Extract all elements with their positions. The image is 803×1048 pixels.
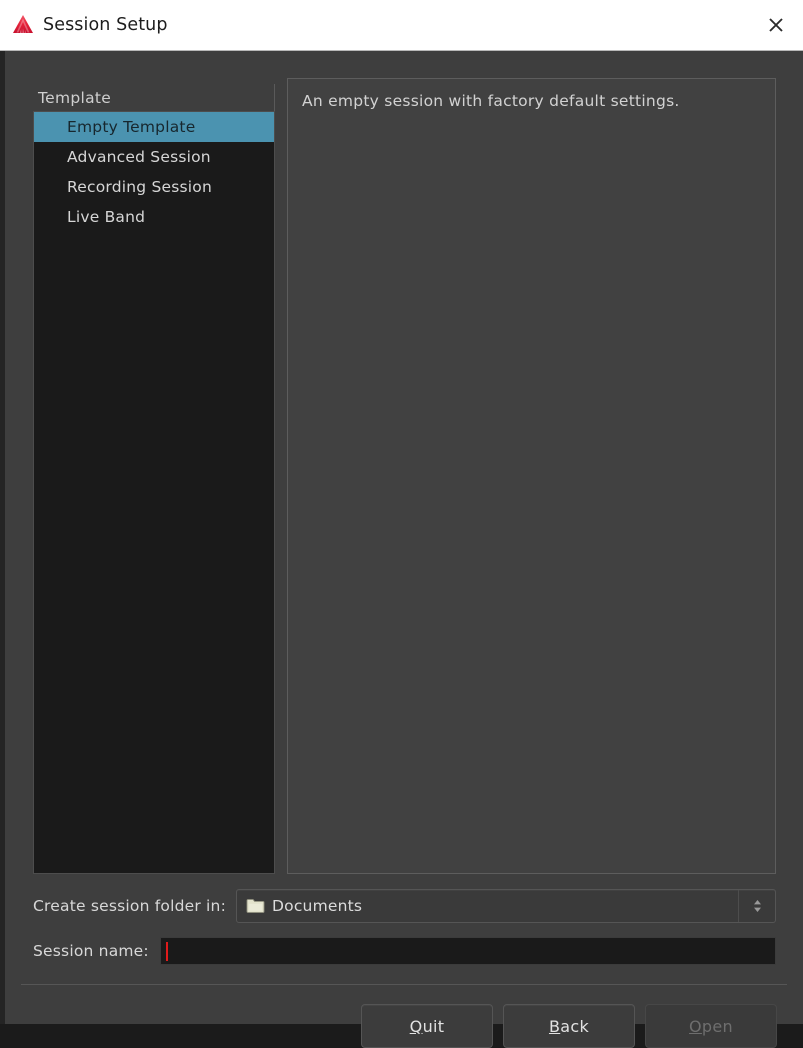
- dialog-action-buttons: Quit Back Open: [361, 1004, 777, 1048]
- window-title: Session Setup: [43, 15, 168, 35]
- quit-button[interactable]: Quit: [361, 1004, 493, 1048]
- text-caret: [165, 941, 168, 961]
- dialog-body: Template Empty Template Advanced Session…: [5, 51, 803, 1048]
- template-column-header: Template: [33, 84, 275, 111]
- close-icon: [769, 18, 783, 32]
- session-folder-value: Documents: [272, 897, 363, 915]
- spinner-up-down-icon: [753, 900, 761, 912]
- open-button: Open: [645, 1004, 777, 1048]
- quit-button-mnemonic: Q: [409, 1016, 423, 1036]
- session-name-label: Session name:: [33, 942, 149, 960]
- back-button-mnemonic: B: [548, 1016, 561, 1036]
- template-list-item-empty-template[interactable]: Empty Template: [34, 112, 274, 142]
- back-button-label: ack: [560, 1016, 590, 1036]
- template-description-text: An empty session with factory default se…: [302, 92, 680, 110]
- folder-icon: [246, 899, 265, 913]
- session-folder-spinner[interactable]: [738, 890, 775, 922]
- template-list[interactable]: Empty Template Advanced Session Recordin…: [33, 111, 275, 874]
- template-column-header-label: Template: [38, 88, 112, 107]
- template-list-item-recording-session[interactable]: Recording Session: [34, 172, 274, 202]
- template-list-item-advanced-session[interactable]: Advanced Session: [34, 142, 274, 172]
- session-folder-label: Create session folder in:: [33, 897, 227, 915]
- template-description-panel: An empty session with factory default se…: [287, 78, 776, 874]
- open-button-mnemonic: O: [689, 1016, 702, 1036]
- session-folder-row: Create session folder in: Documents: [33, 889, 776, 923]
- template-list-item-label: Recording Session: [67, 178, 212, 196]
- session-setup-window: Session Setup Template Empty Template Ad…: [0, 0, 803, 1048]
- close-button[interactable]: [749, 0, 803, 50]
- template-list-item-label: Empty Template: [67, 118, 196, 136]
- quit-button-label: uit: [422, 1016, 445, 1036]
- titlebar: Session Setup: [0, 0, 803, 51]
- session-folder-combo[interactable]: Documents: [236, 889, 776, 923]
- template-list-item-live-band[interactable]: Live Band: [34, 202, 274, 232]
- session-name-input[interactable]: [159, 937, 776, 965]
- footer-separator: [21, 984, 787, 985]
- session-name-row: Session name:: [33, 937, 776, 965]
- template-list-item-label: Live Band: [67, 208, 146, 226]
- open-button-label: pen: [701, 1016, 733, 1036]
- ardour-logo-icon: [13, 15, 33, 33]
- template-list-item-label: Advanced Session: [67, 148, 211, 166]
- back-button[interactable]: Back: [503, 1004, 635, 1048]
